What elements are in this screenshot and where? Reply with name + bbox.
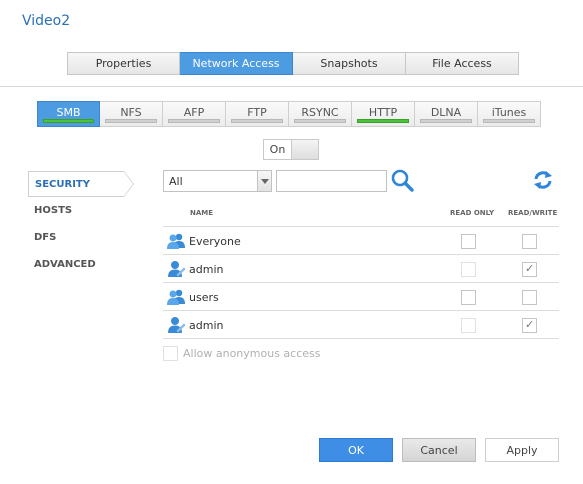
chevron-down-icon[interactable] (257, 171, 271, 191)
user-name: users (189, 291, 219, 304)
side-nav: SECURITY HOSTS DFS ADVANCED (28, 171, 134, 279)
filter-selected-value: All (169, 175, 183, 188)
table-row: admin ✓ (163, 255, 559, 283)
ok-button[interactable]: OK (319, 438, 393, 462)
main-tabs: Properties Network Access Snapshots File… (67, 52, 519, 75)
read-only-checkbox[interactable] (461, 290, 476, 305)
read-write-checkbox[interactable] (522, 234, 537, 249)
user-icon (167, 316, 186, 333)
permissions-table: Everyone admin ✓ users admin ✓ (163, 227, 559, 339)
group-icon (167, 232, 185, 249)
user-icon (167, 260, 186, 277)
protocol-tab-http[interactable]: HTTP (352, 101, 415, 127)
read-write-checkbox[interactable]: ✓ (522, 318, 537, 333)
read-only-checkbox[interactable] (461, 234, 476, 249)
status-indicator (43, 119, 94, 123)
protocol-label: NFS (120, 106, 142, 119)
protocol-label: RSYNC (301, 106, 339, 119)
apply-button[interactable]: Apply (485, 438, 559, 462)
refresh-icon[interactable] (533, 170, 553, 190)
status-indicator (231, 119, 283, 123)
nav-security[interactable]: SECURITY (28, 171, 134, 197)
table-row: admin ✓ (163, 311, 559, 339)
protocol-tab-ftp[interactable]: FTP (226, 101, 289, 127)
column-read-only: READ ONLY (450, 209, 495, 217)
search-icon[interactable] (390, 168, 414, 192)
protocol-tab-afp[interactable]: AFP (163, 101, 226, 127)
table-row: users (163, 283, 559, 311)
nav-dfs[interactable]: DFS (28, 225, 131, 251)
read-only-checkbox[interactable] (461, 318, 476, 333)
nav-hosts[interactable]: HOSTS (28, 198, 131, 224)
protocol-label: iTunes (491, 106, 527, 119)
group-icon (167, 288, 185, 305)
protocol-label: HTTP (368, 106, 398, 119)
filter-dropdown[interactable]: All (163, 170, 272, 192)
protocol-label: SMB (56, 106, 81, 119)
toggle-knob[interactable] (291, 140, 318, 159)
protocol-label: DLNA (430, 106, 462, 119)
tab-network-access[interactable]: Network Access (180, 52, 293, 75)
anonymous-access-label: Allow anonymous access (183, 346, 321, 360)
checkmark-icon: ✓ (525, 318, 535, 331)
user-name: admin (189, 263, 224, 276)
protocol-tabs: SMB NFS AFP FTP RSYNC HTTP DLNA iTunes (37, 101, 541, 127)
status-indicator (105, 119, 157, 123)
status-indicator (420, 119, 472, 123)
protocol-tab-nfs[interactable]: NFS (100, 101, 163, 127)
protocol-label: AFP (183, 106, 205, 119)
cancel-button[interactable]: Cancel (402, 438, 476, 462)
window-title: Video2 (22, 13, 71, 29)
table-row: Everyone (163, 227, 559, 255)
service-toggle[interactable]: On (263, 139, 319, 160)
user-name: admin (189, 319, 224, 332)
protocol-label: FTP (247, 106, 267, 119)
read-write-checkbox[interactable]: ✓ (522, 262, 537, 277)
read-write-checkbox[interactable] (522, 290, 537, 305)
toggle-label: On (269, 143, 286, 156)
protocol-tab-smb[interactable]: SMB (37, 101, 100, 127)
anonymous-access-option[interactable]: Allow anonymous access (163, 345, 321, 361)
column-read-write: READ/WRITE (508, 209, 558, 217)
read-only-checkbox[interactable] (461, 262, 476, 277)
tab-snapshots[interactable]: Snapshots (293, 52, 406, 75)
user-name: Everyone (189, 235, 241, 248)
nav-advanced[interactable]: ADVANCED (28, 252, 131, 278)
checkmark-icon: ✓ (525, 262, 535, 275)
status-indicator (483, 119, 535, 123)
anonymous-access-checkbox[interactable] (163, 345, 178, 361)
tab-file-access[interactable]: File Access (406, 52, 519, 75)
protocol-tab-itunes[interactable]: iTunes (478, 101, 541, 127)
search-input[interactable] (276, 170, 387, 192)
protocol-tab-dlna[interactable]: DLNA (415, 101, 478, 127)
protocol-tab-rsync[interactable]: RSYNC (289, 101, 352, 127)
status-indicator (168, 119, 220, 123)
status-indicator (357, 119, 409, 123)
status-indicator (294, 119, 346, 123)
tab-properties[interactable]: Properties (67, 52, 180, 75)
header-divider (0, 86, 583, 87)
table-header: NAME READ ONLY READ/WRITE (163, 207, 559, 227)
column-name: NAME (190, 209, 214, 217)
